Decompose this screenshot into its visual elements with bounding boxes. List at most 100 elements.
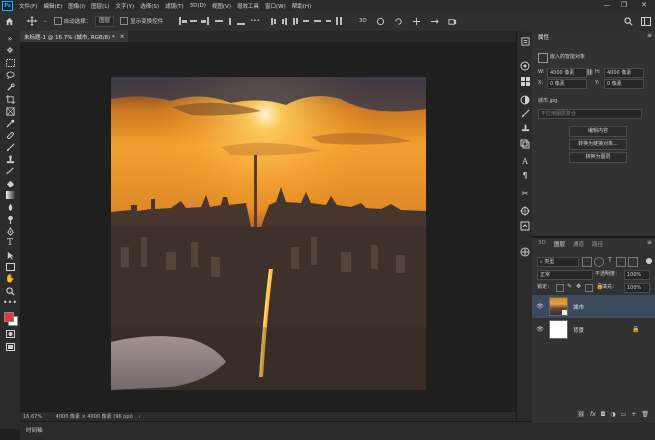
move-tool-icon[interactable]: ✥ (4, 46, 16, 56)
collapse-toolbar-icon[interactable]: » (4, 34, 16, 44)
plugins-panel-icon[interactable] (520, 247, 530, 257)
menu-select[interactable]: 选择(S) (137, 2, 162, 10)
distribute-left-icon[interactable] (302, 17, 311, 26)
distribute-center-icon[interactable] (280, 17, 289, 26)
foreground-color-swatch[interactable] (4, 312, 14, 322)
clone-source-icon[interactable] (520, 123, 530, 133)
panel-menu-icon[interactable]: ≡ (647, 239, 652, 246)
home-icon[interactable] (3, 15, 15, 27)
filter-toggle-icon[interactable] (646, 258, 652, 264)
gradient-tool-icon[interactable] (4, 190, 16, 200)
history-panel-icon[interactable] (520, 37, 530, 47)
brush-tool-icon[interactable] (4, 142, 16, 152)
align-middle-v-icon[interactable] (225, 17, 234, 26)
crop-tool-icon[interactable] (4, 94, 16, 104)
color-swatches[interactable] (4, 312, 18, 326)
timeline-tab[interactable]: 时间轴 (26, 426, 43, 434)
brush-settings-icon[interactable] (520, 109, 530, 119)
lock-pixels-icon[interactable]: ✎ (567, 284, 573, 290)
chevron-down-icon[interactable]: ⌄ (43, 18, 48, 24)
more-options-icon[interactable]: ••• (250, 18, 260, 24)
document-canvas[interactable] (111, 77, 426, 390)
filter-shape-icon[interactable] (616, 257, 626, 267)
menu-layer[interactable]: 图层(L) (88, 2, 112, 10)
tools-preset-icon[interactable]: ✂ (520, 189, 530, 199)
distribute-hcenter-icon[interactable] (313, 17, 322, 26)
close-tab-icon[interactable]: × (120, 34, 125, 40)
panel-menu-icon[interactable]: ≡ (647, 32, 652, 39)
edit-contents-button[interactable]: 编辑内容 (569, 126, 627, 137)
close-window-button[interactable]: ✕ (637, 0, 651, 11)
history-brush-tool-icon[interactable] (4, 166, 16, 176)
align-right-icon[interactable] (200, 17, 209, 26)
link-dimensions-icon[interactable]: ⛓ (586, 69, 594, 76)
width-field[interactable]: 4000 像素 (547, 68, 587, 78)
search-icon[interactable] (622, 15, 634, 27)
menu-window[interactable]: 窗口(W) (262, 2, 289, 10)
filter-adjustment-icon[interactable] (594, 257, 604, 267)
marquee-tool-icon[interactable] (4, 58, 16, 68)
restore-button[interactable]: ❐ (617, 0, 631, 11)
minimize-button[interactable]: — (600, 0, 614, 11)
info-panel-icon[interactable] (520, 221, 530, 231)
menu-plugins[interactable]: 增效工具 (234, 2, 262, 10)
lasso-tool-icon[interactable] (4, 70, 16, 80)
blend-mode-dropdown[interactable]: 正常 (537, 270, 593, 280)
tab-paths[interactable]: 路径 (592, 240, 603, 248)
workspace-icon[interactable] (640, 15, 652, 27)
show-transform-checkbox[interactable] (120, 17, 129, 25)
x-field[interactable]: 0 像素 (547, 79, 587, 89)
new-layer-icon[interactable]: + (631, 411, 636, 418)
camera-3d-icon[interactable] (447, 15, 459, 27)
layer-comp-dropdown[interactable]: 不应用图层复合 (538, 109, 642, 119)
layer-name[interactable]: 城市 (573, 303, 584, 311)
dodge-tool-icon[interactable] (4, 214, 16, 224)
lock-position-icon[interactable]: ✥ (576, 284, 582, 290)
link-layers-icon[interactable]: ⛓ (577, 411, 585, 418)
color-panel-icon[interactable] (520, 61, 530, 71)
document-tab[interactable]: 未标题-1 @ 16.7% (城市, RGB/8) * × (20, 31, 129, 42)
lock-artboard-icon[interactable] (585, 284, 593, 292)
menu-view[interactable]: 视图(V) (209, 2, 234, 10)
zoom-level[interactable]: 16.67% (23, 414, 42, 420)
swatches-panel-icon[interactable] (520, 77, 530, 87)
adjustments-panel-icon[interactable] (520, 95, 530, 105)
opacity-field[interactable]: 100% (624, 270, 650, 280)
eraser-tool-icon[interactable] (4, 178, 16, 188)
layer-name[interactable]: 背景 (573, 326, 584, 334)
auto-select-checkbox[interactable] (53, 17, 62, 25)
distribute-bottom-icon[interactable] (291, 17, 300, 26)
new-adjustment-icon[interactable]: ◑ (610, 411, 615, 418)
status-arrow-icon[interactable]: › (138, 414, 140, 420)
edit-toolbar-icon[interactable]: ••• (3, 298, 17, 308)
filter-type-icon[interactable]: T (606, 257, 614, 265)
distribute-top-icon[interactable] (269, 17, 278, 26)
layer-filter-dropdown[interactable]: ⌕ 类型 (537, 257, 579, 267)
clone-stamp-tool-icon[interactable] (4, 154, 16, 164)
eyedropper-tool-icon[interactable] (4, 118, 16, 128)
delete-layer-icon[interactable]: 🗑 (641, 411, 649, 418)
pan-3d-icon[interactable] (411, 15, 423, 27)
visibility-eye-icon[interactable]: 👁 (535, 303, 545, 310)
auto-select-target-dropdown[interactable]: 图层 (95, 15, 115, 27)
hand-tool-icon[interactable]: ✋ (4, 274, 16, 284)
menu-type[interactable]: 文字(Y) (113, 2, 138, 10)
convert-to-layers-button[interactable]: 转换为图层 (569, 152, 627, 163)
align-top-icon[interactable] (214, 17, 223, 26)
layer-style-icon[interactable]: fx (590, 411, 596, 418)
menu-image[interactable]: 图像(I) (65, 2, 88, 10)
blur-tool-icon[interactable] (4, 202, 16, 212)
layer-row[interactable]: 👁 城市 (532, 295, 655, 318)
move-tool-icon[interactable] (26, 15, 38, 27)
healing-brush-tool-icon[interactable] (4, 130, 16, 140)
tab-3d[interactable]: 3D (538, 240, 546, 246)
visibility-eye-icon[interactable]: 👁 (535, 326, 545, 333)
zoom-tool-icon[interactable] (4, 286, 16, 296)
y-field[interactable]: 0 像素 (604, 79, 644, 89)
orbit-3d-icon[interactable] (375, 15, 387, 27)
menu-edit[interactable]: 编辑(E) (40, 2, 65, 10)
frame-tool-icon[interactable] (4, 106, 16, 116)
new-group-icon[interactable]: ▭ (621, 411, 627, 418)
path-selection-tool-icon[interactable] (4, 250, 16, 260)
paragraph-panel-icon[interactable]: ¶ (520, 171, 530, 181)
